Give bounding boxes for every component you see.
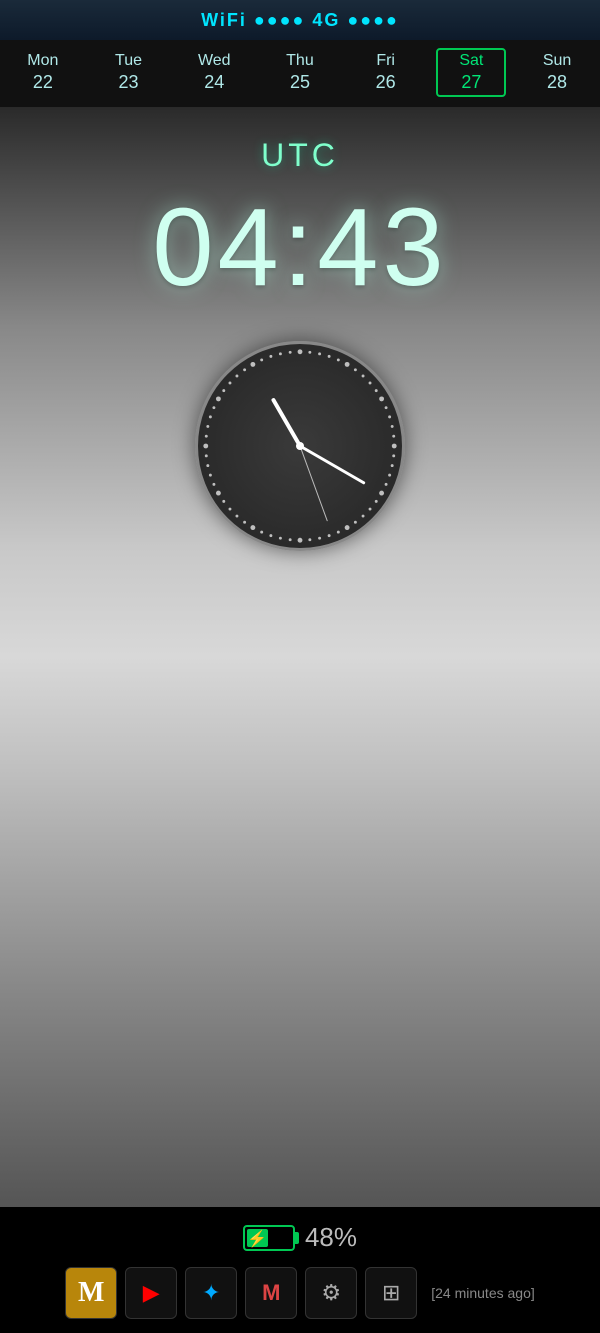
calendar-day-fri[interactable]: Fri 26 bbox=[351, 52, 421, 93]
app-icon-label: ▶ bbox=[143, 1280, 160, 1306]
status-bar: WiFi ●●●● 4G ●●●● bbox=[0, 0, 600, 40]
app-icon-navigation[interactable]: ✦ bbox=[185, 1267, 237, 1319]
last-update-text: [24 minutes ago] bbox=[431, 1285, 535, 1301]
battery-fill: ⚡ bbox=[247, 1229, 268, 1247]
battery-percent: 48% bbox=[305, 1222, 357, 1253]
day-name: Wed bbox=[198, 52, 231, 70]
app-icon-label: M bbox=[78, 1277, 104, 1309]
day-num: 24 bbox=[204, 72, 224, 93]
main-area: UTC 04:43 bbox=[0, 107, 600, 1207]
day-name: Tue bbox=[115, 52, 142, 70]
day-num: 22 bbox=[33, 72, 53, 93]
app-icon-label: M bbox=[262, 1280, 280, 1306]
calendar-bar: Mon 22 Tue 23 Wed 24 Thu 25 Fri 26 Sat 2… bbox=[0, 40, 600, 107]
day-num: 25 bbox=[290, 72, 310, 93]
clock-center bbox=[296, 442, 304, 450]
battery-row: ⚡ 48% bbox=[243, 1222, 357, 1253]
app-icon-mcdonald-s[interactable]: M bbox=[65, 1267, 117, 1319]
calendar-day-wed[interactable]: Wed 24 bbox=[179, 52, 249, 93]
calendar-day-thu[interactable]: Thu 25 bbox=[265, 52, 335, 93]
app-icon-label: ✦ bbox=[202, 1280, 220, 1306]
digital-clock: 04:43 bbox=[152, 184, 447, 311]
timezone-label: UTC bbox=[261, 137, 339, 174]
app-icon-gmail[interactable]: M bbox=[245, 1267, 297, 1319]
battery-bolt-icon: ⚡ bbox=[247, 1231, 267, 1248]
app-icon-label: ⚙ bbox=[321, 1280, 341, 1306]
day-name: Thu bbox=[286, 52, 314, 70]
day-num: 23 bbox=[119, 72, 139, 93]
calendar-day-mon[interactable]: Mon 22 bbox=[8, 52, 78, 93]
day-name: Sat bbox=[459, 52, 483, 70]
day-num: 26 bbox=[376, 72, 396, 93]
app-icon-settings[interactable]: ⚙ bbox=[305, 1267, 357, 1319]
calendar-day-tue[interactable]: Tue 23 bbox=[94, 52, 164, 93]
day-name: Mon bbox=[27, 52, 58, 70]
bottom-bar: ⚡ 48% M ▶ ✦ M ⚙ ⊞ [24 minutes ago] bbox=[0, 1207, 600, 1329]
day-num: 27 bbox=[461, 72, 481, 93]
app-icon-label: ⊞ bbox=[382, 1280, 400, 1306]
app-icons-row: M ▶ ✦ M ⚙ ⊞ [24 minutes ago] bbox=[0, 1267, 600, 1319]
day-num: 28 bbox=[547, 72, 567, 93]
calendar-day-sun[interactable]: Sun 28 bbox=[522, 52, 592, 93]
app-icon-youtube[interactable]: ▶ bbox=[125, 1267, 177, 1319]
day-name: Fri bbox=[376, 52, 395, 70]
battery-icon: ⚡ bbox=[243, 1225, 295, 1251]
analog-clock bbox=[195, 341, 405, 551]
status-text: WiFi ●●●● 4G ●●●● bbox=[201, 10, 399, 31]
calendar-day-sat[interactable]: Sat 27 bbox=[436, 48, 506, 97]
clock-face bbox=[195, 341, 405, 551]
app-icon-calendar-app[interactable]: ⊞ bbox=[365, 1267, 417, 1319]
day-name: Sun bbox=[543, 52, 571, 70]
